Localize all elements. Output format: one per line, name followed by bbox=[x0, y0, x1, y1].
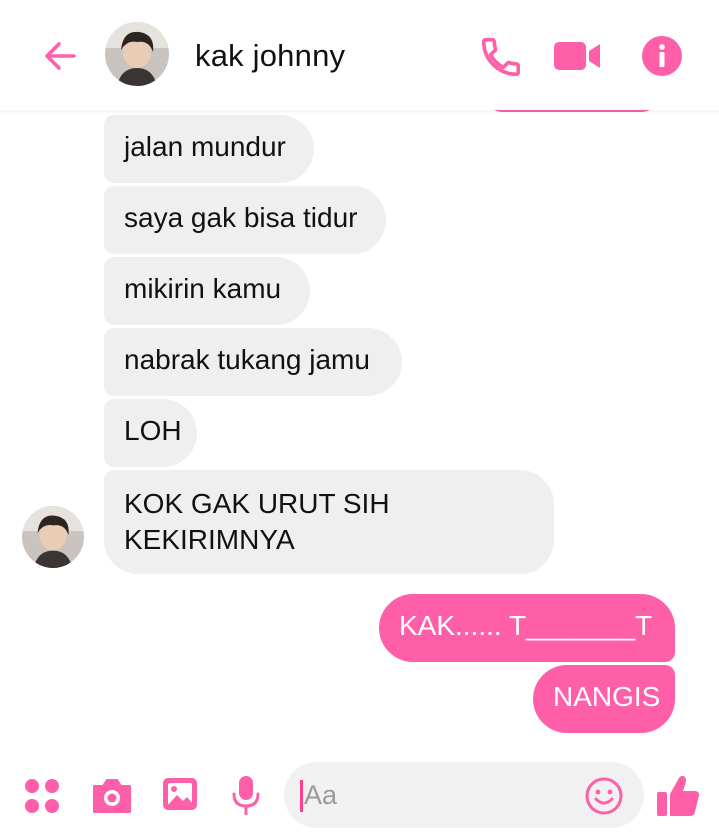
message-bubble-sent[interactable]: NANGIS bbox=[533, 665, 675, 733]
avatar-image bbox=[105, 22, 169, 86]
video-camera-icon bbox=[554, 42, 600, 70]
message-bubble-received[interactable]: LOH bbox=[104, 399, 197, 467]
apps-button[interactable] bbox=[22, 776, 62, 816]
text-caret bbox=[300, 780, 303, 812]
avatar-image bbox=[22, 506, 84, 568]
gallery-button[interactable] bbox=[160, 774, 200, 814]
back-arrow-icon bbox=[45, 42, 76, 70]
video-call-button[interactable] bbox=[552, 36, 604, 76]
message-bubble-received[interactable]: KOK GAK URUT SIH KEKIRIMNYA bbox=[104, 470, 554, 574]
contact-name[interactable]: kak johnny bbox=[195, 38, 345, 74]
apps-icon bbox=[25, 779, 59, 813]
message-input[interactable] bbox=[304, 772, 574, 818]
phone-icon bbox=[481, 37, 521, 77]
emoji-button[interactable] bbox=[584, 776, 624, 816]
message-bubble-received[interactable]: nabrak tukang jamu bbox=[104, 328, 402, 396]
chat-header: kak johnny bbox=[0, 0, 719, 110]
info-icon bbox=[642, 36, 682, 76]
message-input-container[interactable] bbox=[284, 762, 644, 828]
emoji-icon bbox=[585, 777, 623, 815]
contact-avatar[interactable] bbox=[105, 22, 169, 86]
camera-button[interactable] bbox=[90, 776, 134, 816]
message-bubble-received[interactable]: jalan mundur bbox=[104, 115, 314, 183]
like-button[interactable] bbox=[655, 772, 701, 820]
message-bubble-sent[interactable]: KAK...... T_______T bbox=[379, 594, 675, 662]
message-composer bbox=[0, 748, 719, 835]
voice-call-button[interactable] bbox=[478, 34, 524, 80]
thumbs-up-icon bbox=[657, 775, 699, 816]
microphone-icon bbox=[232, 776, 260, 815]
gallery-icon bbox=[163, 778, 197, 810]
camera-icon bbox=[93, 779, 131, 813]
message-bubble-received[interactable]: saya gak bisa tidur bbox=[104, 186, 386, 254]
sender-avatar[interactable] bbox=[22, 506, 84, 568]
voice-record-button[interactable] bbox=[230, 774, 262, 818]
back-button[interactable] bbox=[40, 36, 80, 76]
message-bubble-received[interactable]: mikirin kamu bbox=[104, 257, 310, 325]
info-button[interactable] bbox=[640, 34, 684, 78]
